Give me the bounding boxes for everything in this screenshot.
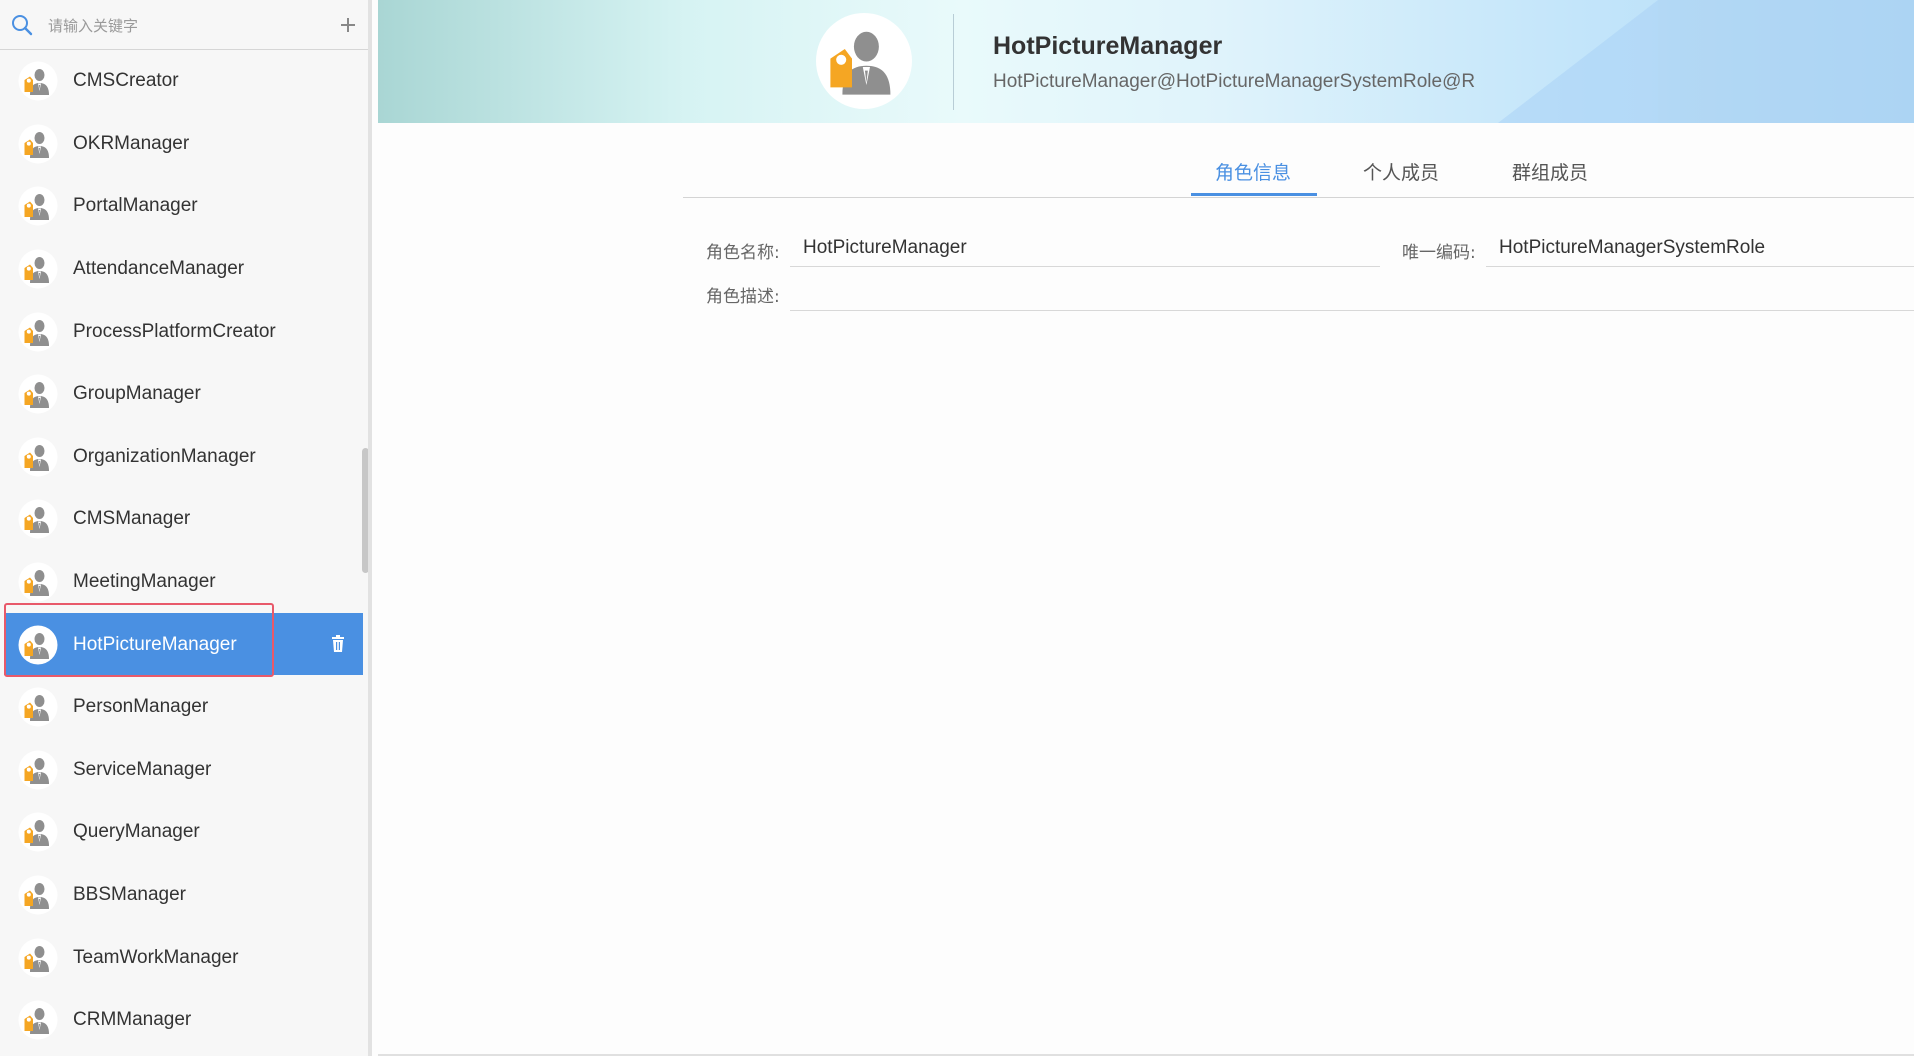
role-list-item[interactable]: GroupManager xyxy=(0,363,368,426)
role-distinguished-name: HotPictureManager@HotPictureManagerSyste… xyxy=(993,71,1476,92)
role-avatar-icon xyxy=(18,499,58,539)
role-list-item[interactable]: AttendanceManager xyxy=(0,238,368,301)
role-avatar-icon xyxy=(18,812,58,852)
tab-group-members[interactable]: 群组成员 xyxy=(1512,158,1588,185)
role-list-item[interactable]: QueryManager xyxy=(0,801,368,864)
role-avatar-icon xyxy=(18,124,58,164)
role-avatar-icon xyxy=(18,374,58,414)
role-list-item[interactable]: PortalManager xyxy=(0,175,368,238)
role-avatar-icon xyxy=(18,61,58,101)
role-list-item[interactable]: HotPictureManager xyxy=(0,603,368,678)
role-name-label: 角色名称: xyxy=(706,243,780,263)
role-tabs: 角色信息 个人成员 群组成员 xyxy=(683,150,1914,198)
role-avatar-icon xyxy=(18,875,58,915)
role-avatar-icon xyxy=(18,312,58,352)
role-avatar-icon xyxy=(18,1000,58,1040)
role-name-label: PersonManager xyxy=(73,696,209,718)
role-code-field[interactable]: HotPictureManagerSystemRole xyxy=(1499,237,1765,259)
role-avatar-icon xyxy=(18,249,58,289)
role-list-item[interactable]: ProcessPlatformCreator xyxy=(0,300,368,363)
sidebar-scrollbar[interactable] xyxy=(362,448,368,573)
role-name-label: ServiceManager xyxy=(73,758,212,780)
role-list-item[interactable]: BBSManager xyxy=(0,864,368,927)
role-name-underline xyxy=(790,266,1380,267)
role-name-label: QueryManager xyxy=(73,821,200,843)
role-list: CMSCreator OKRManager PortalManager Atte… xyxy=(0,50,368,1052)
role-name-label: CRMManager xyxy=(73,1009,192,1031)
role-avatar-icon xyxy=(18,562,58,602)
role-list-item[interactable]: OKRManager xyxy=(0,113,368,176)
role-name-label: ProcessPlatformCreator xyxy=(73,320,276,342)
role-avatar-icon xyxy=(18,186,58,226)
role-name-label: OrganizationManager xyxy=(73,445,256,467)
role-name-label: PortalManager xyxy=(73,195,198,217)
header-decoration xyxy=(1658,0,1914,123)
role-name-label: GroupManager xyxy=(73,383,201,405)
role-list-item[interactable]: OrganizationManager xyxy=(0,426,368,489)
role-name-field[interactable]: HotPictureManager xyxy=(803,237,967,259)
role-name-label: TeamWorkManager xyxy=(73,946,239,968)
role-header: HotPictureManager HotPictureManager@HotP… xyxy=(378,0,1914,123)
role-list-item[interactable]: CMSManager xyxy=(0,488,368,551)
role-list-item[interactable]: PersonManager xyxy=(0,676,368,739)
role-avatar-icon xyxy=(18,750,58,790)
role-name-label: AttendanceManager xyxy=(73,258,245,280)
search-icon[interactable] xyxy=(10,13,34,37)
role-avatar-icon xyxy=(18,437,58,477)
role-description-label: 角色描述: xyxy=(706,287,780,307)
role-list-item[interactable]: CMSCreator xyxy=(0,50,368,113)
tab-person-members[interactable]: 个人成员 xyxy=(1363,158,1439,185)
role-description-underline xyxy=(790,310,1914,311)
role-name-label: CMSCreator xyxy=(73,70,179,92)
active-tab-indicator xyxy=(1191,193,1317,196)
role-list-item[interactable]: TeamWorkManager xyxy=(0,926,368,989)
role-avatar-icon xyxy=(18,687,58,727)
search-input[interactable] xyxy=(46,12,320,40)
trash-icon[interactable] xyxy=(328,634,348,654)
role-name-label: MeetingManager xyxy=(73,571,216,593)
add-role-plus-icon[interactable] xyxy=(336,13,360,37)
role-title: HotPictureManager xyxy=(993,32,1223,60)
role-list-item[interactable]: CRMManager xyxy=(0,989,368,1052)
role-avatar-icon xyxy=(18,938,58,978)
role-name-label: OKRManager xyxy=(73,132,190,154)
search-bar xyxy=(0,0,368,50)
role-name-label: CMSManager xyxy=(73,508,191,530)
selection-highlight-box xyxy=(4,603,274,678)
header-divider xyxy=(953,14,954,110)
role-name-label: BBSManager xyxy=(73,884,187,906)
role-list-item[interactable]: ServiceManager xyxy=(0,739,368,802)
role-code-underline xyxy=(1486,266,1914,267)
role-code-label: 唯一编码: xyxy=(1402,243,1476,263)
role-sidebar: CMSCreator OKRManager PortalManager xyxy=(0,0,372,1056)
role-avatar-icon xyxy=(816,13,912,109)
header-decoration xyxy=(1498,0,1658,123)
tab-role-info[interactable]: 角色信息 xyxy=(1215,158,1291,185)
